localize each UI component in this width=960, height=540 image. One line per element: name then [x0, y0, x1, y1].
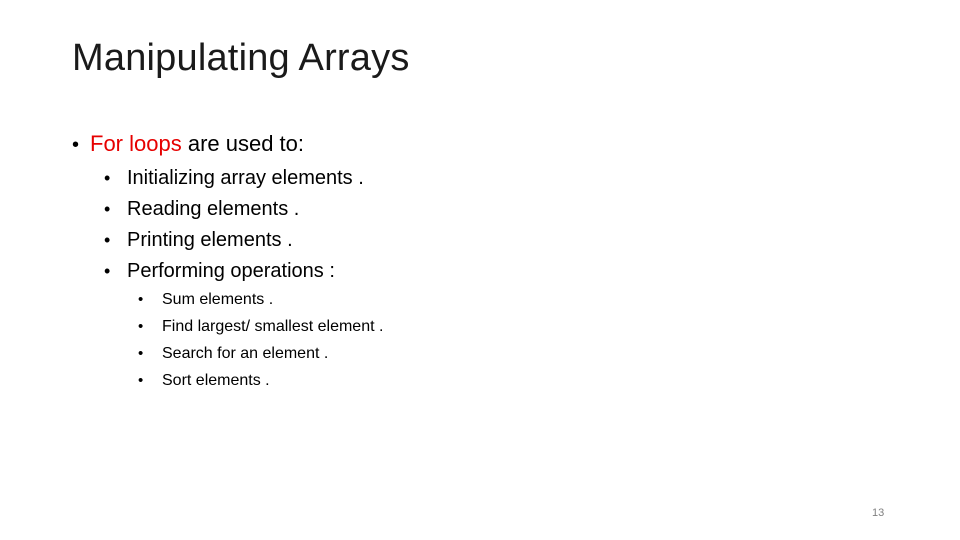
bullet-icon: • — [104, 261, 111, 281]
list-item: • Reading elements . — [104, 194, 364, 225]
list-item: • Sum elements . — [138, 287, 383, 314]
list-item-text: Find largest/ smallest element . — [162, 318, 384, 335]
bullet-icon: • — [104, 168, 111, 188]
bullet-icon: • — [72, 134, 80, 156]
bullet-icon: • — [104, 199, 111, 219]
operations-list: • Sum elements . • Find largest/ smalles… — [138, 287, 383, 395]
list-item-text: Sum elements . — [162, 291, 274, 308]
list-item-text: Performing operations : — [127, 260, 335, 282]
list-item: • Sort elements . — [138, 368, 383, 395]
bullet-icon: • — [138, 345, 144, 362]
list-item: • Find largest/ smallest element . — [138, 314, 383, 341]
bullet-icon: • — [104, 230, 111, 250]
slide-title: Manipulating Arrays — [72, 37, 410, 79]
main-bullet-text: are used to: — [181, 131, 305, 156]
slide-number: 13 — [872, 507, 885, 519]
list-item-text: Printing elements . — [127, 229, 293, 251]
emphasis-text: For loops — [90, 131, 182, 156]
list-item-text: Search for an element . — [162, 345, 329, 362]
list-item: • Initializing array elements . — [104, 163, 364, 194]
list-item: • Search for an element . — [138, 341, 383, 368]
list-item: • Printing elements . — [104, 225, 364, 256]
uses-list: • Initializing array elements . • Readin… — [104, 163, 364, 287]
list-item-text: Reading elements . — [127, 198, 300, 220]
list-item-text: Sort elements . — [162, 372, 270, 389]
list-item: • Performing operations : — [104, 256, 364, 287]
bullet-icon: • — [138, 318, 144, 335]
list-item-text: Initializing array elements . — [127, 167, 364, 189]
main-bullet: • For loops are used to: — [72, 129, 304, 160]
bullet-icon: • — [138, 291, 144, 308]
bullet-icon: • — [138, 372, 144, 389]
